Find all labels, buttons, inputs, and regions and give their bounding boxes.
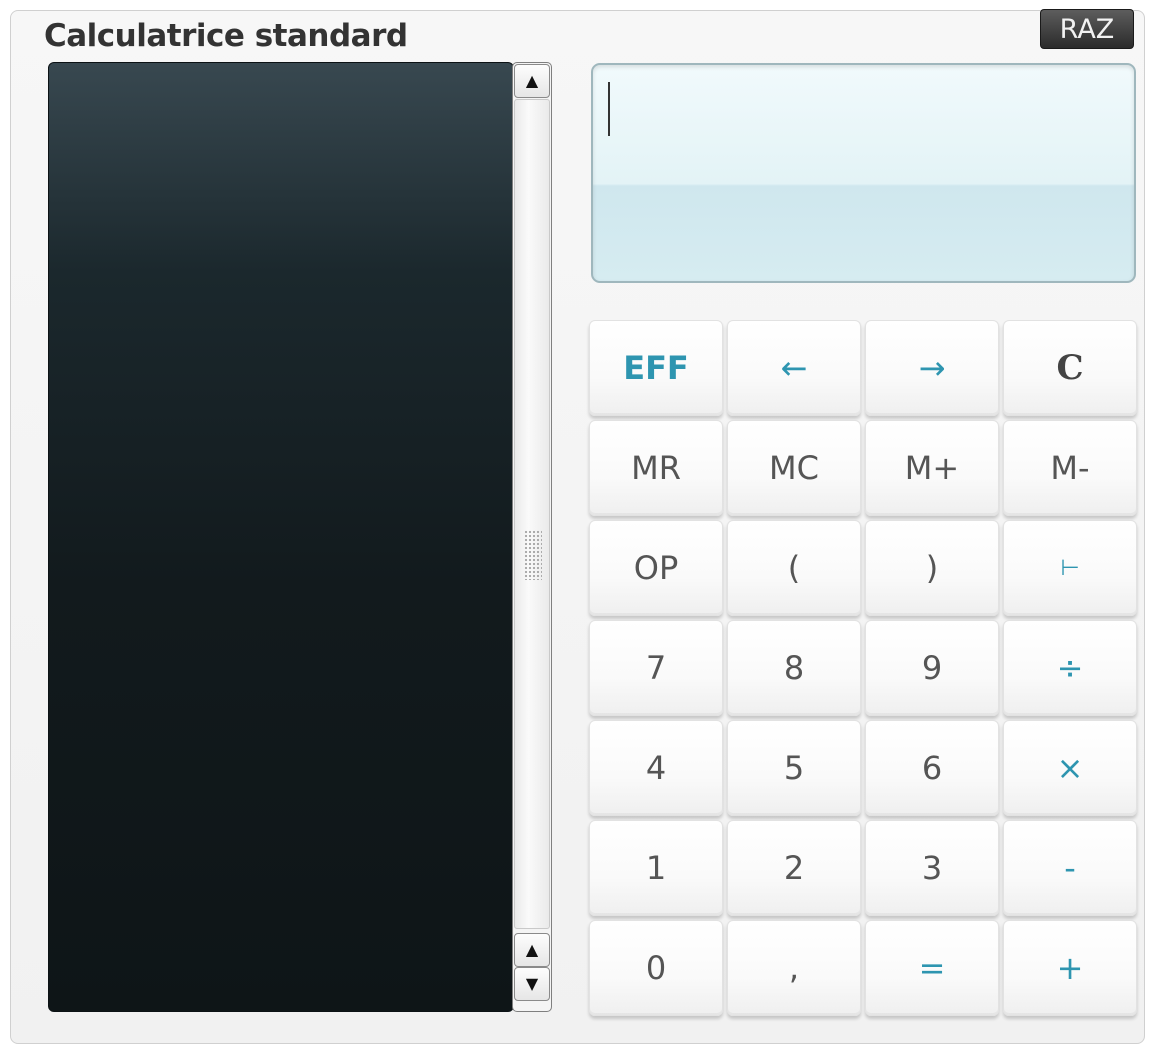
- reset-button[interactable]: RAZ: [1040, 9, 1134, 49]
- digit-4-button[interactable]: 4: [589, 720, 723, 816]
- divide-button[interactable]: ÷: [1003, 620, 1137, 716]
- open-paren-button[interactable]: (: [727, 520, 861, 616]
- digit-6-button[interactable]: 6: [865, 720, 999, 816]
- scroll-down-button[interactable]: ▼: [514, 967, 550, 1001]
- triangle-down-icon: ▼: [525, 974, 539, 993]
- digit-0-button[interactable]: 0: [589, 920, 723, 1016]
- display-input[interactable]: [605, 77, 1120, 157]
- digit-1-button[interactable]: 1: [589, 820, 723, 916]
- cursor-left-button[interactable]: ←: [727, 320, 861, 416]
- decimal-comma-button[interactable]: ,: [727, 920, 861, 1016]
- triangle-up-icon: ▲: [525, 71, 539, 90]
- scroll-up-bottom-button[interactable]: ▲: [514, 933, 550, 967]
- scroll-track[interactable]: [514, 99, 550, 929]
- clear-entry-button[interactable]: EFF: [589, 320, 723, 416]
- opposite-button[interactable]: OP: [589, 520, 723, 616]
- history-scrollbar[interactable]: ▲ ▲ ▼: [512, 62, 552, 1012]
- subtract-button[interactable]: -: [1003, 820, 1137, 916]
- calculator-display[interactable]: [591, 63, 1136, 283]
- scroll-up-button[interactable]: ▲: [514, 64, 550, 98]
- add-button[interactable]: +: [1003, 920, 1137, 1016]
- equals-button[interactable]: =: [865, 920, 999, 1016]
- scroll-grip-icon[interactable]: [524, 530, 542, 580]
- digit-9-button[interactable]: 9: [865, 620, 999, 716]
- triangle-up-icon: ▲: [525, 940, 539, 959]
- memory-subtract-button[interactable]: M-: [1003, 420, 1137, 516]
- window-title: Calculatrice standard: [44, 18, 408, 54]
- cursor-right-button[interactable]: →: [865, 320, 999, 416]
- text-cursor: [608, 82, 610, 136]
- digit-8-button[interactable]: 8: [727, 620, 861, 716]
- clear-button[interactable]: C: [1003, 320, 1137, 416]
- digit-2-button[interactable]: 2: [727, 820, 861, 916]
- keypad: EFF ← → C MR MC M+ M- OP() ⊢ 7 8 9 ÷ 4 5 6 × 1 2 3- 0, = +: [589, 320, 1138, 1018]
- fraction-button[interactable]: ⊢: [1003, 520, 1137, 616]
- digit-7-button[interactable]: 7: [589, 620, 723, 716]
- memory-recall-button[interactable]: MR: [589, 420, 723, 516]
- digit-5-button[interactable]: 5: [727, 720, 861, 816]
- digit-3-button[interactable]: 3: [865, 820, 999, 916]
- history-panel: [48, 62, 514, 1012]
- memory-add-button[interactable]: M+: [865, 420, 999, 516]
- memory-clear-button[interactable]: MC: [727, 420, 861, 516]
- close-paren-button[interactable]: ): [865, 520, 999, 616]
- multiply-button[interactable]: ×: [1003, 720, 1137, 816]
